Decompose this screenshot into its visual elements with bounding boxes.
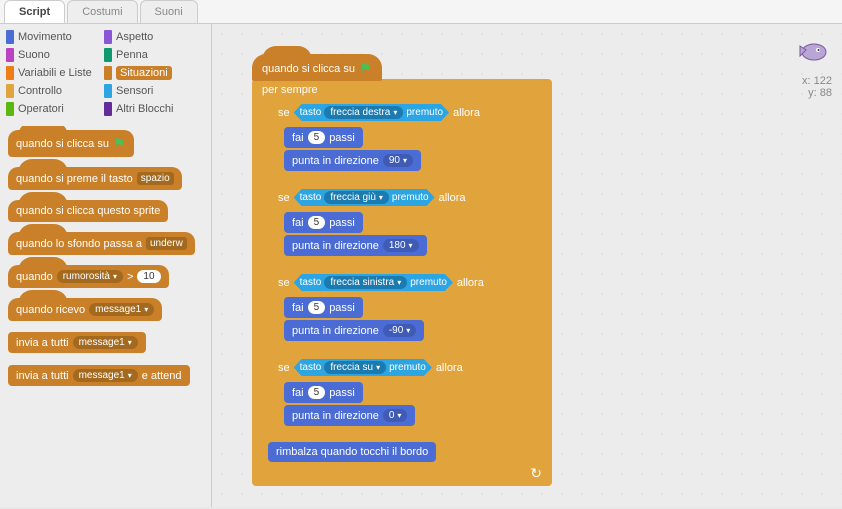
category-color-swatch — [6, 48, 14, 62]
category-label: Operatori — [18, 103, 64, 115]
block-if[interactable]: setastofreccia supremutoallorafai5passip… — [268, 354, 550, 437]
key-dropdown[interactable]: freccia sinistra — [324, 276, 407, 289]
block-when-backdrop[interactable]: quando lo sfondo passa aunderw — [8, 232, 195, 255]
category-movimento[interactable]: Movimento — [6, 28, 104, 46]
block-broadcast[interactable]: invia a tuttimessage1 — [8, 332, 146, 353]
green-flag-icon: ⚑ — [359, 60, 372, 77]
category-selector: Movimento Aspetto Suono Penna Variabili e Li… — [0, 24, 211, 126]
category-label: Sensori — [116, 85, 153, 97]
category-label: Aspetto — [116, 31, 153, 43]
category-color-swatch — [104, 66, 112, 80]
main-script[interactable]: quando si clicca su⚑ per sempre setastof… — [252, 54, 552, 486]
category-color-swatch — [6, 102, 14, 116]
block-key-pressed[interactable]: tastofreccia giùpremuto — [294, 189, 435, 206]
direction-dropdown[interactable]: -90 — [383, 324, 416, 337]
block-key-pressed[interactable]: tastofreccia supremuto — [294, 359, 432, 376]
category-color-swatch — [104, 30, 112, 44]
block-key-pressed[interactable]: tastofreccia destrapremuto — [294, 104, 449, 121]
palette-block-list: quando si clicca su⚑ quando si preme il … — [0, 126, 211, 507]
steps-input[interactable]: 5 — [308, 301, 326, 314]
tab-script[interactable]: Script — [4, 0, 65, 23]
category-label: Suono — [18, 49, 50, 61]
key-dropdown[interactable]: freccia giù — [324, 191, 389, 204]
category-color-swatch — [104, 84, 112, 98]
block-key-pressed[interactable]: tastofreccia sinistrapremuto — [294, 274, 453, 291]
green-flag-icon: ⚑ — [113, 135, 126, 152]
sprite-thumbnail-icon — [792, 36, 832, 68]
key-dropdown[interactable]: freccia destra — [324, 106, 403, 119]
block-when-flag-clicked[interactable]: quando si clicca su⚑ — [8, 130, 134, 157]
block-when-receive[interactable]: quando ricevomessage1 — [8, 298, 162, 321]
direction-dropdown[interactable]: 90 — [383, 154, 413, 167]
category-controllo[interactable]: Controllo — [6, 82, 104, 100]
category-label: Situazioni — [116, 66, 172, 80]
sprite-info: x: 122 y: 88 — [792, 36, 832, 99]
block-if[interactable]: setastofreccia giùpremutoallorafai5passi… — [268, 184, 550, 267]
steps-input[interactable]: 5 — [308, 131, 326, 144]
category-aspetto[interactable]: Aspetto — [104, 28, 202, 46]
key-dropdown[interactable]: freccia su — [324, 361, 386, 374]
category-variabili-e-liste[interactable]: Variabili e Liste — [6, 64, 104, 82]
category-sensori[interactable]: Sensori — [104, 82, 202, 100]
block-move-steps[interactable]: fai5passi — [284, 382, 363, 403]
block-point-direction[interactable]: punta in direzione0 — [284, 405, 415, 426]
category-color-swatch — [6, 66, 14, 80]
tab-bar: Script Costumi Suoni — [0, 0, 842, 24]
block-when-key-pressed[interactable]: quando si preme il tastospazio — [8, 167, 182, 190]
tab-costumi[interactable]: Costumi — [67, 0, 137, 23]
block-palette: Movimento Aspetto Suono Penna Variabili e Li… — [0, 24, 212, 507]
category-penna[interactable]: Penna — [104, 46, 202, 64]
tab-suoni[interactable]: Suoni — [140, 0, 198, 23]
block-when-flag-clicked[interactable]: quando si clicca su⚑ — [252, 54, 382, 81]
category-label: Controllo — [18, 85, 62, 97]
block-when-sensor[interactable]: quandorumorosità>10 — [8, 265, 169, 288]
block-point-direction[interactable]: punta in direzione-90 — [284, 320, 424, 341]
block-point-direction[interactable]: punta in direzione90 — [284, 150, 421, 171]
category-color-swatch — [104, 48, 112, 62]
direction-dropdown[interactable]: 180 — [383, 239, 419, 252]
block-point-direction[interactable]: punta in direzione180 — [284, 235, 427, 256]
block-when-sprite-clicked[interactable]: quando si clicca questo sprite — [8, 200, 168, 222]
block-if[interactable]: setastofreccia sinistrapremutoallorafai5… — [268, 269, 550, 352]
category-label: Variabili e Liste — [18, 67, 92, 79]
steps-input[interactable]: 5 — [308, 386, 326, 399]
block-move-steps[interactable]: fai5passi — [284, 127, 363, 148]
category-label: Movimento — [18, 31, 72, 43]
category-operatori[interactable]: Operatori — [6, 100, 104, 118]
category-color-swatch — [6, 30, 14, 44]
direction-dropdown[interactable]: 0 — [383, 409, 408, 422]
script-workspace[interactable]: x: 122 y: 88 quando si clicca su⚑ per se… — [212, 24, 842, 507]
block-broadcast-wait[interactable]: invia a tuttimessage1e attend — [8, 365, 190, 386]
category-situazioni[interactable]: Situazioni — [104, 64, 202, 82]
category-suono[interactable]: Suono — [6, 46, 104, 64]
block-forever[interactable]: per sempre setastofreccia destrapremutoa… — [252, 79, 552, 486]
steps-input[interactable]: 5 — [308, 216, 326, 229]
block-if[interactable]: setastofreccia destrapremutoallorafai5pa… — [268, 99, 550, 182]
block-move-steps[interactable]: fai5passi — [284, 297, 363, 318]
block-bounce-edge[interactable]: rimbalza quando tocchi il bordo — [268, 442, 436, 462]
block-move-steps[interactable]: fai5passi — [284, 212, 363, 233]
category-label: Penna — [116, 49, 148, 61]
category-color-swatch — [6, 84, 14, 98]
category-altri-blocchi[interactable]: Altri Blocchi — [104, 100, 202, 118]
category-color-swatch — [104, 102, 112, 116]
category-label: Altri Blocchi — [116, 103, 173, 115]
